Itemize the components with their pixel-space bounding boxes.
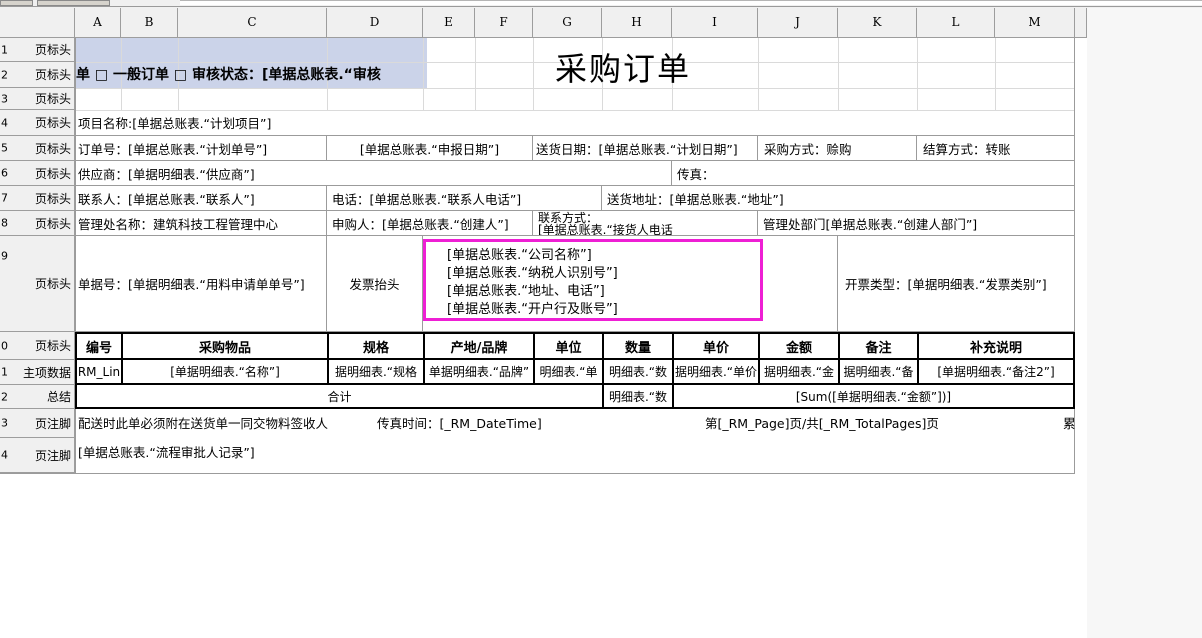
footer-fax-time[interactable]: 传真时间：[_RM_DateTime] [377,409,542,438]
column-header-g[interactable]: G [533,8,602,38]
cell-delivery-addr[interactable]: 送货地址：[单据总账表.“地址”] [602,186,1075,211]
footer-note[interactable]: 配送时此单必须附在送货单一同交物料签收人 [78,409,328,438]
canvas-gutter [1087,8,1202,638]
th-price[interactable]: 单价 [674,334,758,358]
row-header-1[interactable]: 1页标头 [0,38,75,62]
summary-total-label[interactable]: 合计 [77,385,602,407]
summary-amount[interactable]: [Sum([单据明细表.“金额”])] [674,385,1073,407]
cell-phone[interactable]: 电话：[单据总账表.“联系人电话”] [327,186,602,211]
td-amount[interactable]: 据明细表.“金 [760,360,838,383]
td-number[interactable]: RM_Lin [77,360,121,383]
footer-approval[interactable]: [单据总账表.“流程审批人记录”] [78,438,1068,468]
column-header-e[interactable]: E [423,8,475,38]
cell-contact-way[interactable]: 联系方式：[单据总账表.“接货人电话 [533,211,758,236]
order-type-cell[interactable]: 单 □ 一般订单 □ 审核状态：[单据总账表.“审核 [76,62,427,88]
summary-qty[interactable]: 明细表.“数 [604,385,672,407]
td-price[interactable]: 据明细表.“单价 [674,360,758,383]
cell-order-no[interactable]: 订单号：[单据总账表.“计划单号”] [75,136,327,161]
th-item[interactable]: 采购物品 [123,334,327,358]
column-header-f[interactable]: F [475,8,533,38]
column-header-stub[interactable] [1075,8,1087,38]
column-header-j[interactable]: J [758,8,838,38]
cell-invoice-title-label[interactable]: 发票抬头 [327,236,423,332]
column-header-k[interactable]: K [838,8,917,38]
row-header-12[interactable]: 12总结 [0,385,75,409]
td-spec[interactable]: 据明细表.“规格 [329,360,423,383]
corner-header[interactable] [0,8,75,38]
row-header-5[interactable]: 5页标头 [0,136,75,161]
row-header-11[interactable]: 11主项数据 [0,360,75,385]
td-unit[interactable]: 明细表.“单 [535,360,602,383]
cell-declare-date[interactable]: [单据总账表.“申报日期”] [327,136,533,161]
toolbar-field[interactable] [180,0,1202,5]
cell-supplier[interactable]: 供应商：[单据明细表.“供应商”] [75,161,672,186]
th-remark[interactable]: 备注 [840,334,917,358]
report-designer-window: A B C D E F G H I J K L M 1页标头 2页标头 3页标头… [0,0,1202,638]
row-header-3[interactable]: 3页标头 [0,88,75,110]
row-header-10[interactable]: 10页标头 [0,332,75,360]
th-amount[interactable]: 金额 [760,334,838,358]
row-header-7[interactable]: 7页标头 [0,186,75,211]
cell-project-name[interactable]: 项目名称:[单据总账表.“计划项目”] [75,110,1075,136]
cell-settle-mode[interactable]: 结算方式：转账 [917,136,1075,161]
row-header-2[interactable]: 2页标头 [0,62,75,88]
invoice-line: [单据总账表.“公司名称”] [447,247,760,265]
cell-dept[interactable]: 管理处部门[单据总账表.“创建人部门”] [758,211,1075,236]
cell-doc-no[interactable]: 单据号：[单据明细表.“用料申请单单号”] [75,236,327,332]
column-header-h[interactable]: H [602,8,672,38]
row-header-14[interactable]: 14页注脚 [0,438,75,473]
column-header-a[interactable]: A [75,8,121,38]
footer-page-info[interactable]: 第[_RM_Page]页/共[_RM_TotalPages]页 [705,409,939,438]
cell-dept-name[interactable]: 管理处名称：建筑科技工程管理中心 [75,211,327,236]
td-item[interactable]: [单据明细表.“名称”] [123,360,327,383]
row-header-6[interactable]: 6页标头 [0,161,75,186]
row-header-9[interactable]: 9页标头 [0,236,75,332]
cell-fax[interactable]: 传真： [672,161,1075,186]
th-unit[interactable]: 单位 [535,334,602,358]
cell-contact[interactable]: 联系人：[单据总账表.“联系人”] [75,186,327,211]
row-header-8[interactable]: 8页标头 [0,211,75,236]
page-footer-row-1: 配送时此单必须附在送货单一同交物料签收人 传真时间：[_RM_DateTime]… [0,409,1075,438]
divider [0,6,1202,7]
selected-invoice-header-box[interactable]: [单据总账表.“公司名称”] [单据总账表.“纳税人识别号”] [单据总账表.“… [423,239,763,321]
th-origin-brand[interactable]: 产地/品牌 [425,334,533,358]
th-spec[interactable]: 规格 [329,334,423,358]
row-header-4[interactable]: 4页标头 [0,110,75,136]
td-remark[interactable]: 据明细表.“备 [840,360,917,383]
cell-invoice-type[interactable]: 开票类型：[单据明细表.“发票类别”] [838,236,1075,332]
cell-purchase-mode[interactable]: 采购方式：赊购 [758,136,917,161]
column-header-c[interactable]: C [178,8,327,38]
td-extra[interactable]: [单据明细表.“备注2”] [919,360,1073,383]
td-qty[interactable]: 明细表.“数 [604,360,672,383]
column-header-l[interactable]: L [917,8,995,38]
column-header-d[interactable]: D [327,8,423,38]
th-extra[interactable]: 补充说明 [919,334,1073,358]
footer-accum-clipped[interactable]: 累计 [1063,409,1075,438]
invoice-line: [单据总账表.“地址、电话”] [447,283,760,301]
column-header-b[interactable]: B [121,8,178,38]
column-header-m[interactable]: M [995,8,1075,38]
invoice-line: [单据总账表.“开户行及账号”] [447,301,760,319]
invoice-line: [单据总账表.“纳税人识别号”] [447,265,760,283]
td-origin-brand[interactable]: 单据明细表.“品牌” [425,360,533,383]
column-header-i[interactable]: I [672,8,758,38]
th-number[interactable]: 编号 [77,334,121,358]
cell-applicant[interactable]: 申购人：[单据总账表.“创建人”] [327,211,533,236]
th-qty[interactable]: 数量 [604,334,672,358]
report-title[interactable]: 采购订单 [423,44,823,88]
cell-delivery-date[interactable]: 送货日期：[单据总账表.“计划日期”] [533,136,758,161]
